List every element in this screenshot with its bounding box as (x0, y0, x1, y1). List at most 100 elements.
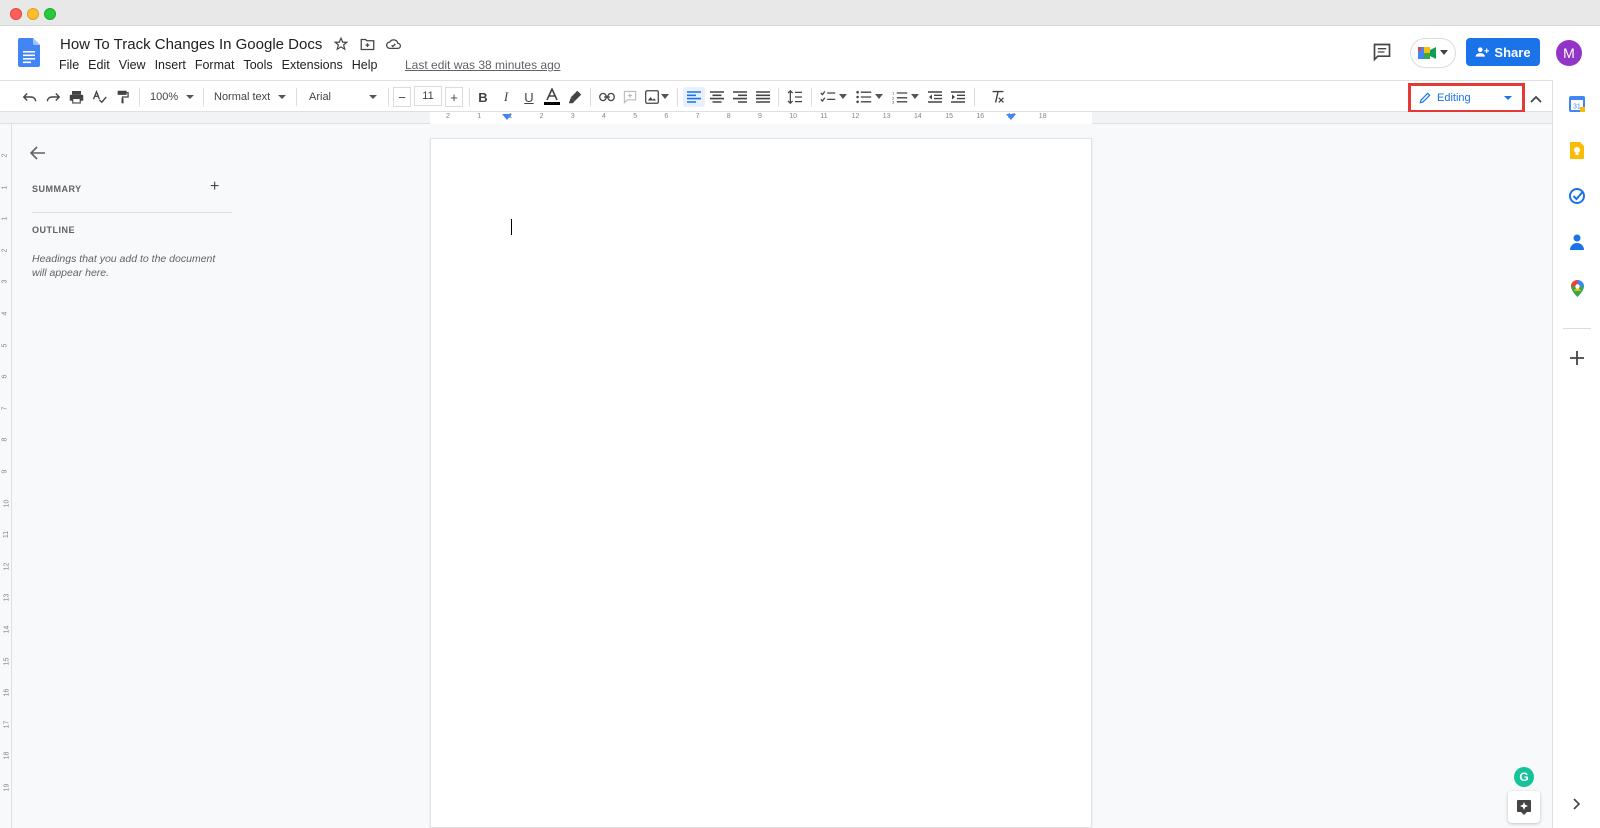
add-summary-button[interactable]: + (210, 178, 219, 196)
document-workspace: 21123456789101112131415161718 2112345678… (0, 112, 1552, 828)
horizontal-ruler-label: 15 (945, 113, 953, 120)
right-indent-marker-icon[interactable] (1006, 114, 1016, 122)
docs-header: How To Track Changes In Google Docs File… (0, 26, 1600, 80)
horizontal-ruler-label: 11 (820, 113, 828, 120)
horizontal-ruler-label: 5 (633, 113, 638, 120)
contacts-icon[interactable] (1567, 232, 1587, 252)
minimize-window-button[interactable] (27, 8, 39, 20)
vertical-ruler-label: 2 (1, 153, 9, 158)
vertical-ruler-label: 4 (1, 311, 9, 316)
font-size-input[interactable]: 11 (414, 86, 442, 106)
horizontal-ruler-label: 9 (758, 113, 762, 120)
vertical-ruler-label: 11 (3, 531, 11, 539)
docs-logo-icon[interactable] (18, 38, 40, 67)
calendar-icon[interactable]: 31 (1567, 94, 1587, 114)
vertical-ruler-label: 3 (1, 279, 9, 284)
align-left-button[interactable] (683, 87, 705, 107)
undo-icon[interactable] (20, 87, 40, 107)
zoom-select[interactable]: 100% (150, 87, 195, 107)
vertical-ruler-label: 1 (1, 216, 9, 221)
justify-button[interactable] (753, 87, 773, 107)
decrease-indent-icon[interactable] (925, 87, 945, 107)
grammarly-icon[interactable]: G (1514, 767, 1534, 787)
left-indent-marker-icon[interactable] (502, 114, 512, 122)
menu-edit[interactable]: Edit (88, 58, 115, 72)
menu-tools[interactable]: Tools (243, 58, 277, 72)
text-color-icon[interactable] (542, 87, 562, 107)
bulleted-list-icon[interactable] (853, 87, 885, 107)
vertical-ruler[interactable]: 2 1 1 2 3 4 5 6 7 8 9 10 11 12 13 14 15 16 17 18 19 (0, 124, 12, 828)
cloud-status-icon[interactable] (385, 36, 401, 52)
numbered-list-icon[interactable]: 123 (889, 87, 921, 107)
last-edit-link[interactable]: Last edit was 38 minutes ago (405, 58, 560, 72)
outline-hint-text: Headings that you add to the document wi… (32, 253, 216, 279)
vertical-ruler-label: 12 (3, 562, 11, 571)
align-center-button[interactable] (707, 87, 727, 107)
font-family-select[interactable]: Arial (309, 87, 383, 107)
back-arrow-icon[interactable] (29, 146, 46, 165)
maps-icon[interactable] (1567, 278, 1587, 298)
side-panel: 31 (1552, 80, 1600, 828)
menu-insert[interactable]: Insert (155, 58, 191, 72)
horizontal-ruler-label: 18 (1038, 113, 1047, 120)
line-spacing-icon[interactable] (785, 87, 805, 107)
vertical-ruler-label: 10 (3, 499, 11, 507)
redo-icon[interactable] (43, 87, 63, 107)
chevron-up-icon[interactable] (1530, 90, 1542, 108)
explore-icon (1517, 800, 1531, 815)
menu-file[interactable]: File (59, 58, 84, 72)
vertical-ruler-label: 16 (3, 688, 11, 697)
share-button[interactable]: Share (1466, 38, 1540, 66)
vertical-ruler-label: 13 (3, 593, 11, 602)
maximize-window-button[interactable] (44, 8, 56, 20)
tasks-icon[interactable] (1567, 186, 1587, 206)
meet-icon (1418, 47, 1436, 59)
window-titlebar (0, 0, 1600, 26)
paragraph-style-value: Normal text (214, 91, 271, 103)
increase-font-size-button[interactable]: + (445, 87, 463, 107)
clear-formatting-icon[interactable] (988, 87, 1008, 107)
explore-button[interactable] (1508, 791, 1540, 823)
paragraph-style-select[interactable]: Normal text (214, 87, 288, 107)
menu-view[interactable]: View (119, 58, 151, 72)
close-window-button[interactable] (10, 8, 22, 20)
highlight-color-icon[interactable] (565, 87, 585, 107)
star-icon[interactable] (333, 36, 349, 52)
underline-button[interactable]: U (519, 87, 539, 107)
menu-help[interactable]: Help (352, 58, 383, 72)
horizontal-ruler-label: 10 (789, 113, 797, 120)
document-title[interactable]: How To Track Changes In Google Docs (60, 36, 322, 53)
document-page[interactable] (430, 138, 1092, 828)
expand-icon[interactable] (1567, 794, 1587, 814)
editing-mode-select[interactable]: Editing (1408, 83, 1525, 113)
avatar[interactable]: M (1556, 40, 1582, 66)
menu-bar: File Edit View Insert Format Tools Exten… (59, 58, 387, 72)
svg-text:31: 31 (1573, 104, 1581, 111)
checklist-icon[interactable] (817, 87, 849, 107)
decrease-font-size-button[interactable]: − (393, 87, 411, 107)
meet-button[interactable] (1410, 38, 1456, 68)
vertical-ruler-label: 18 (3, 751, 11, 760)
spellcheck-icon[interactable] (89, 87, 109, 107)
print-icon[interactable] (66, 87, 86, 107)
bold-button[interactable]: B (473, 87, 493, 107)
move-folder-icon[interactable] (359, 36, 375, 52)
italic-button[interactable]: I (496, 87, 516, 107)
add-icon[interactable] (1567, 348, 1587, 368)
keep-icon[interactable] (1567, 140, 1587, 160)
vertical-ruler-label: 1 (1, 185, 9, 190)
insert-link-icon[interactable] (597, 87, 617, 107)
side-panel-divider (1563, 328, 1591, 329)
increase-indent-icon[interactable] (948, 87, 968, 107)
insert-image-icon[interactable] (643, 87, 671, 107)
menu-format[interactable]: Format (195, 58, 240, 72)
paint-format-icon[interactable] (112, 87, 132, 107)
comment-history-icon[interactable] (1372, 42, 1392, 62)
horizontal-ruler-label: 1 (477, 113, 482, 120)
add-comment-icon[interactable] (620, 87, 640, 107)
horizontal-ruler-label: 4 (602, 113, 606, 120)
menu-extensions[interactable]: Extensions (282, 58, 348, 72)
align-right-button[interactable] (730, 87, 750, 107)
horizontal-ruler[interactable]: 21123456789101112131415161718 (0, 112, 1552, 124)
svg-text:3: 3 (892, 99, 895, 104)
